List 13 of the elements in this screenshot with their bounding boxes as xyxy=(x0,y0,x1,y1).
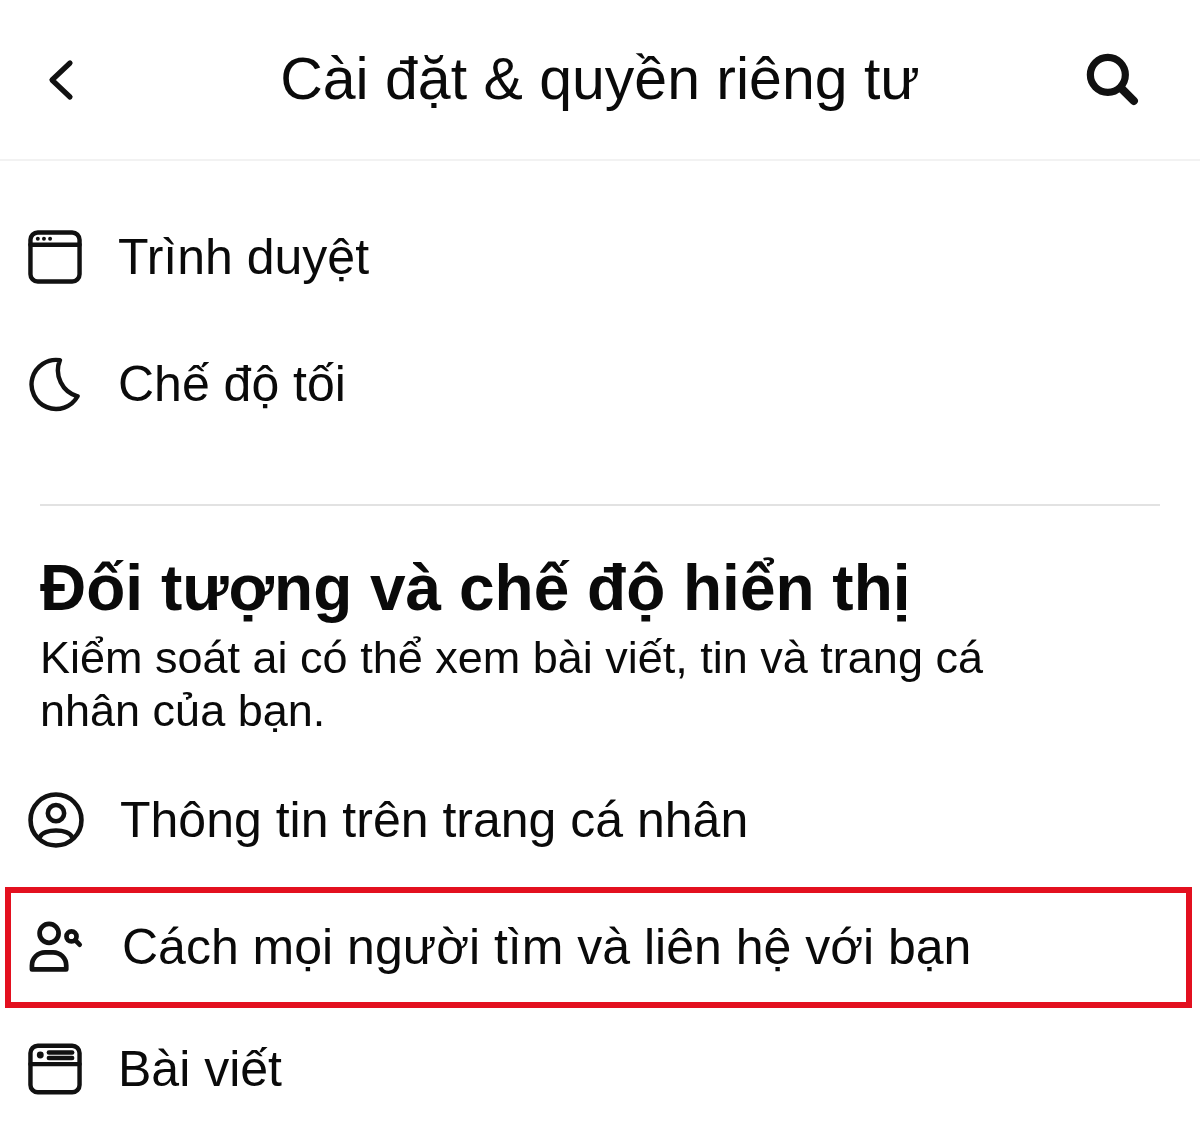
page-title: Cài đặt & quyền riêng tư xyxy=(279,45,921,115)
section-description: Kiểm soát ai có thể xem bài viết, tin và trang cá nhân của bạn. xyxy=(40,630,984,737)
settings-item[interactable]: Chế độ tối xyxy=(5,323,1192,444)
section-heading: Đối tượng và chế độ hiển thị xyxy=(39,551,912,626)
back-chevron-icon xyxy=(46,58,74,101)
search-icon xyxy=(1085,52,1141,107)
settings-item[interactable]: Thông tin trên trang cá nhân xyxy=(5,759,1192,881)
browser-window-icon xyxy=(28,229,82,284)
highlighted-settings-item[interactable]: Cách mọi người tìm và liên hệ với bạn xyxy=(5,886,1192,1008)
profile-circle-icon xyxy=(28,792,84,849)
settings-item[interactable]: Bài viết xyxy=(5,1013,1192,1124)
settings-item[interactable]: Trình duyệt xyxy=(5,196,1192,317)
post-card-icon xyxy=(28,1041,82,1096)
